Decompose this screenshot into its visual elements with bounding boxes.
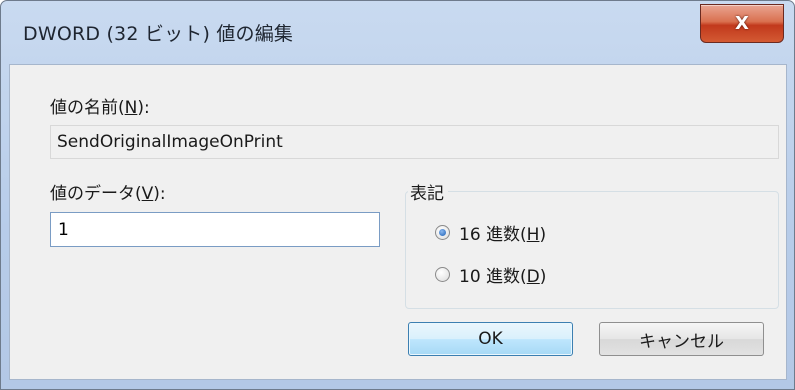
cancel-button[interactable]: キャンセル (599, 322, 764, 356)
dword-edit-dialog: DWORD (32 ビット) 値の編集 X 値の名前(N): SendOrigi… (0, 0, 795, 390)
radio-decimal[interactable]: 10 進数(D) (435, 262, 546, 287)
value-data-input[interactable] (50, 212, 380, 247)
radio-hexadecimal[interactable]: 16 進数(H) (435, 220, 546, 245)
radio-unchecked-icon[interactable] (435, 267, 450, 282)
window-title: DWORD (32 ビット) 値の編集 (23, 23, 294, 45)
value-name-field: SendOriginalImageOnPrint (50, 125, 779, 159)
base-groupbox (405, 191, 779, 309)
radio-decimal-label: 10 進数(D) (459, 267, 547, 287)
dialog-body: 値の名前(N): SendOriginalImageOnPrint 値のデータ(… (9, 64, 787, 380)
close-button[interactable]: X (700, 4, 784, 43)
close-icon: X (735, 13, 749, 34)
value-data-label: 値のデータ(V): (50, 184, 166, 204)
radio-checked-icon[interactable] (435, 225, 450, 240)
radio-hexadecimal-label: 16 進数(H) (459, 225, 547, 245)
value-name-label: 値の名前(N): (50, 98, 150, 118)
base-legend: 表記 (408, 179, 448, 204)
title-bar[interactable]: DWORD (32 ビット) 値の編集 X (1, 1, 794, 63)
ok-button[interactable]: OK (408, 322, 573, 356)
